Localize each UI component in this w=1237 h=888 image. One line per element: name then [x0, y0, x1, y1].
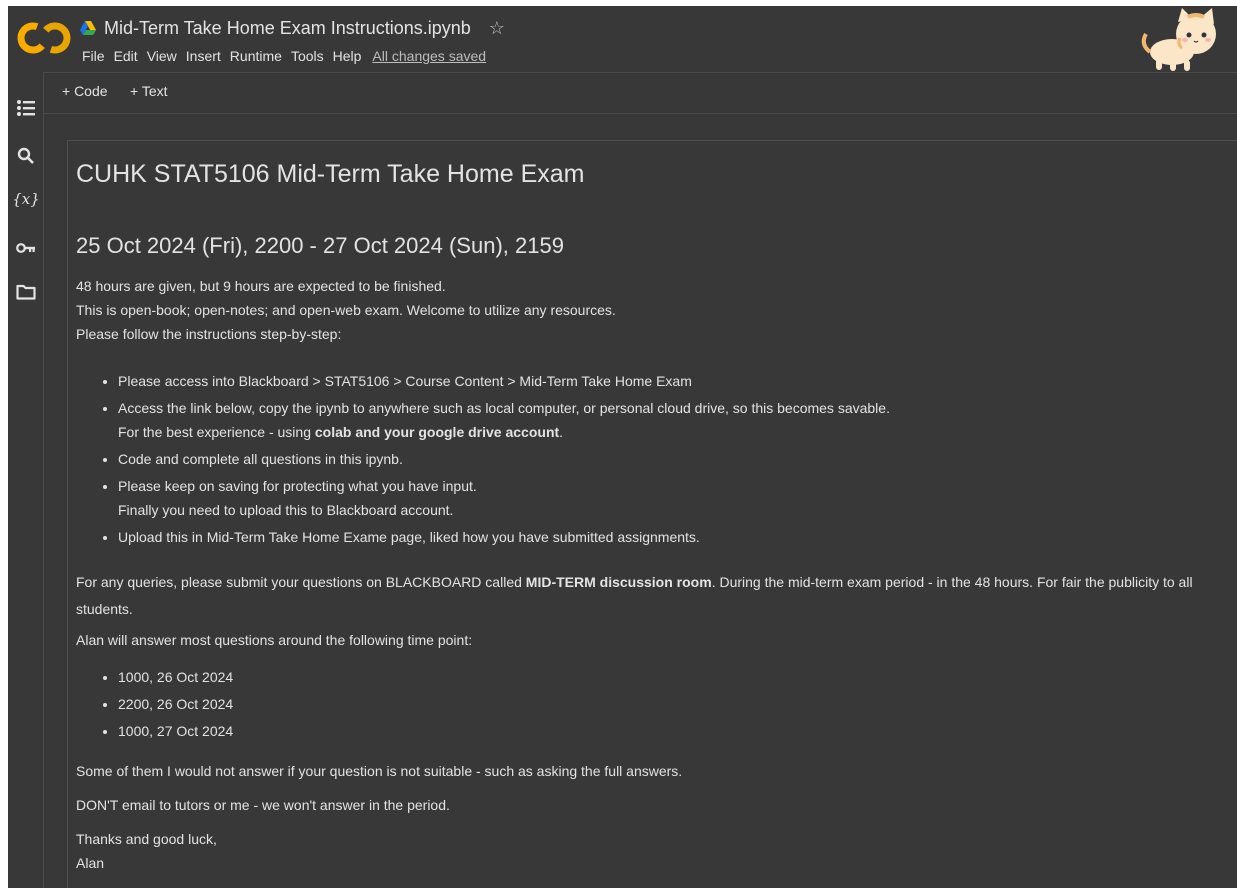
menu-view[interactable]: View — [143, 46, 181, 66]
colab-logo[interactable] — [16, 18, 72, 58]
notebook-title[interactable]: Mid-Term Take Home Exam Instructions.ipy… — [104, 18, 471, 39]
add-text-button[interactable]: + Text — [130, 83, 168, 99]
key-icon[interactable] — [14, 236, 38, 260]
list-item: 1000, 27 Oct 2024 — [118, 719, 233, 743]
step-text: For the best experience - using — [118, 424, 315, 440]
step-text: Finally you need to upload this to Black… — [118, 502, 454, 518]
step-text: Upload this in Mid-Term Take Home Exame … — [118, 529, 700, 545]
thanks-text: Thanks and good luck, — [76, 831, 217, 847]
menu-bar: File Edit View Insert Runtime Tools Help… — [78, 46, 486, 66]
text-cell[interactable]: CUHK STAT5106 Mid-Term Take Home Exam 25… — [67, 140, 1237, 888]
folder-icon[interactable] — [14, 280, 38, 304]
signature: Alan — [76, 855, 105, 871]
queries-paragraph: For any queries, please submit your ques… — [76, 569, 1196, 623]
search-icon[interactable] — [14, 144, 38, 168]
list-item: Please keep on saving for protecting wha… — [118, 474, 1237, 522]
step-emphasis: colab and your google drive account — [314, 424, 560, 440]
cat-avatar[interactable] — [1136, 8, 1226, 72]
time-points-list: 1000, 26 Oct 2024 2200, 26 Oct 2024 1000… — [76, 665, 233, 746]
google-drive-icon[interactable] — [80, 21, 96, 35]
dont-email-note: DON'T email to tutors or me - we won't a… — [76, 797, 450, 813]
instruction-steps: Please access into Blackboard > STAT5106… — [76, 369, 1237, 552]
title-row: Mid-Term Take Home Exam Instructions.ipy… — [80, 15, 505, 41]
menu-tools[interactable]: Tools — [287, 46, 328, 66]
menu-insert[interactable]: Insert — [182, 46, 225, 66]
list-item: 2200, 26 Oct 2024 — [118, 692, 233, 716]
menu-file[interactable]: File — [78, 46, 109, 66]
menu-edit[interactable]: Edit — [110, 46, 142, 66]
step-text: Please keep on saving for protecting wha… — [118, 478, 477, 494]
sign-off: Thanks and good luck, Alan — [76, 827, 217, 875]
step-text: Access the link below, copy the ipynb to… — [118, 400, 890, 416]
intro-line: This is open-book; open-notes; and open-… — [76, 302, 616, 318]
menu-runtime[interactable]: Runtime — [226, 46, 286, 66]
notebook-toolbar: + Code + Text — [44, 72, 1237, 114]
intro-paragraph: 48 hours are given, but 9 hours are expe… — [76, 274, 616, 346]
intro-line: 48 hours are given, but 9 hours are expe… — [76, 278, 446, 294]
list-item: 1000, 26 Oct 2024 — [118, 665, 233, 689]
variables-icon[interactable]: {x} — [12, 187, 40, 211]
queries-text: For any queries, please submit your ques… — [76, 574, 526, 590]
step-text: Please access into Blackboard > STAT5106… — [118, 373, 692, 389]
list-item: Please access into Blackboard > STAT5106… — [118, 369, 1237, 393]
intro-line: Please follow the instructions step-by-s… — [76, 326, 342, 342]
add-code-button[interactable]: + Code — [62, 83, 108, 99]
step-text: . — [559, 424, 564, 440]
exam-period-heading: 25 Oct 2024 (Fri), 2200 - 27 Oct 2024 (S… — [76, 233, 564, 258]
page-title: CUHK STAT5106 Mid-Term Take Home Exam — [76, 160, 585, 188]
not-answer-note: Some of them I would not answer if your … — [76, 763, 683, 779]
top-bar: Mid-Term Take Home Exam Instructions.ipy… — [8, 6, 1237, 72]
table-of-contents-icon[interactable] — [14, 96, 38, 120]
menu-help[interactable]: Help — [329, 46, 366, 66]
colab-window: Mid-Term Take Home Exam Instructions.ipy… — [8, 6, 1237, 888]
answer-intro: Alan will answer most questions around t… — [76, 632, 473, 648]
discussion-room-name: MID-TERM discussion room — [525, 574, 712, 590]
list-item: Access the link below, copy the ipynb to… — [118, 396, 1237, 444]
star-icon[interactable]: ☆ — [489, 18, 505, 39]
save-status-link[interactable]: All changes saved — [372, 48, 486, 64]
step-text: Code and complete all questions in this … — [118, 451, 403, 467]
list-item: Upload this in Mid-Term Take Home Exame … — [118, 525, 1237, 549]
left-sidebar: {x} — [8, 72, 44, 888]
list-item: Code and complete all questions in this … — [118, 447, 1237, 471]
